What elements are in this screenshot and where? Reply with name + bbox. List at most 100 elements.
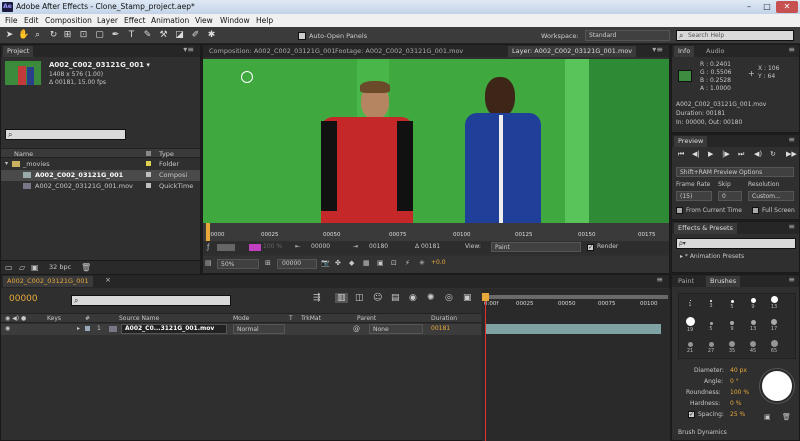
resolution-dropdown[interactable]: Custom... bbox=[748, 191, 794, 201]
label-color-swatch[interactable] bbox=[85, 326, 90, 331]
column-t[interactable]: T bbox=[289, 315, 293, 322]
menu-layer[interactable]: Layer bbox=[97, 16, 118, 25]
tab-timeline-comp[interactable]: A002_C002_03121G_001 bbox=[3, 276, 93, 287]
channel-toggle-icon[interactable] bbox=[217, 244, 235, 251]
comp-mini-flowchart-icon[interactable]: ⇶ bbox=[313, 293, 321, 303]
layer-footage-view[interactable] bbox=[203, 59, 669, 223]
tab-footage[interactable]: Footage: A002_C002_03121G_001.mov bbox=[331, 46, 467, 57]
live-update-icon[interactable]: ▥ bbox=[335, 293, 348, 303]
play-icon[interactable]: ▶ bbox=[708, 150, 713, 158]
menu-help[interactable]: Help bbox=[256, 16, 273, 25]
brush-preset[interactable]: 13 bbox=[746, 320, 760, 332]
current-time-field[interactable]: 00000 bbox=[277, 259, 317, 269]
layer-time-ruler[interactable]: 00000 00025 00050 00075 00100 00125 0015… bbox=[203, 223, 669, 241]
pan-behind-tool-icon[interactable]: ⊡ bbox=[78, 30, 89, 41]
spacing-checkbox[interactable]: ✓ bbox=[688, 411, 695, 418]
hand-tool-icon[interactable]: ✋ bbox=[18, 30, 29, 41]
column-parent[interactable]: Parent bbox=[357, 315, 376, 322]
panel-menu-icon[interactable]: ▾≡ bbox=[183, 45, 194, 54]
tab-preview[interactable]: Preview bbox=[674, 136, 708, 147]
auto-keyframe-icon[interactable]: ▣ bbox=[463, 293, 472, 303]
column-type[interactable]: Type bbox=[159, 150, 174, 158]
zoom-tool-icon[interactable]: ⌕ bbox=[32, 30, 43, 41]
roto-brush-tool-icon[interactable]: ✐ bbox=[190, 30, 201, 41]
roundness-value[interactable]: 100 % bbox=[730, 389, 749, 396]
first-frame-icon[interactable]: ⏮ bbox=[678, 150, 684, 159]
exposure-value[interactable]: +0.0 bbox=[431, 259, 446, 266]
layer-duration[interactable]: 00181 bbox=[431, 325, 450, 332]
panel-menu-icon[interactable]: ≡ bbox=[656, 275, 663, 284]
fx-toggle-icon[interactable]: ƒ bbox=[207, 243, 209, 251]
auto-open-checkbox[interactable] bbox=[298, 32, 306, 40]
brush-tool-icon[interactable]: ✎ bbox=[142, 30, 153, 41]
shy-layers-icon[interactable]: ☺ bbox=[373, 293, 382, 303]
render-checkbox[interactable]: ✓ bbox=[587, 244, 594, 251]
ram-preview-options-dropdown[interactable]: Shift+RAM Preview Options bbox=[676, 167, 794, 177]
new-composition-icon[interactable]: ▣ bbox=[31, 263, 39, 272]
minimize-button[interactable]: – bbox=[740, 1, 758, 13]
panel-menu-icon[interactable]: ≡ bbox=[788, 45, 795, 54]
close-window-button[interactable]: ✕ bbox=[776, 1, 798, 13]
brush-preset[interactable]: 65 bbox=[767, 340, 781, 354]
tab-brushes[interactable]: Brushes bbox=[706, 276, 741, 287]
camera-tool-icon[interactable]: ⊞ bbox=[62, 30, 73, 41]
ram-preview-icon[interactable]: ▶▶ bbox=[786, 150, 797, 158]
column-name[interactable]: Name bbox=[14, 150, 33, 158]
project-search-input[interactable]: ⌕ bbox=[5, 129, 126, 140]
brush-preset[interactable]: 45 bbox=[746, 341, 760, 354]
snapshot-icon[interactable]: 📷 bbox=[321, 259, 330, 267]
brush-preset[interactable]: 1 bbox=[683, 300, 697, 308]
pen-tool-icon[interactable]: ✒ bbox=[110, 30, 121, 41]
menu-effect[interactable]: Effect bbox=[124, 16, 146, 25]
mask-tool-icon[interactable]: ▢ bbox=[94, 30, 105, 41]
effects-search-input[interactable]: ρ▾ bbox=[676, 238, 796, 249]
hardness-value[interactable]: 0 % bbox=[730, 400, 741, 407]
color-swatch[interactable] bbox=[249, 244, 261, 251]
visibility-icon[interactable]: ◉ bbox=[5, 325, 10, 332]
brush-preset[interactable]: 35 bbox=[725, 341, 739, 354]
rgb-channel-icon[interactable]: ◆ bbox=[349, 259, 354, 267]
reset-exposure-icon[interactable]: ✳ bbox=[419, 259, 425, 267]
menu-file[interactable]: File bbox=[5, 16, 18, 25]
brush-preset[interactable]: 3 bbox=[704, 300, 718, 309]
pick-whip-icon[interactable]: @ bbox=[353, 325, 360, 333]
tab-paint[interactable]: Paint bbox=[674, 276, 698, 287]
table-row[interactable]: ◉ ▸ 1 A002_C0...3121G_001.mov Normal @ N… bbox=[1, 324, 481, 335]
pixel-aspect-icon[interactable]: ⊡ bbox=[391, 259, 397, 267]
puppet-pin-tool-icon[interactable]: ✱ bbox=[206, 30, 217, 41]
menu-edit[interactable]: Edit bbox=[24, 16, 39, 25]
label-color-swatch[interactable] bbox=[146, 161, 151, 166]
list-item[interactable]: A002_C002_03121G_001.mov QuickTime bbox=[1, 181, 200, 192]
panel-menu-icon[interactable]: ≡ bbox=[788, 275, 795, 284]
layer-source-name[interactable]: A002_C0...3121G_001.mov bbox=[121, 324, 227, 334]
grid-icon[interactable]: ⊞ bbox=[265, 259, 271, 267]
brush-preset[interactable]: 19 bbox=[683, 317, 697, 333]
layer-duration-bar[interactable] bbox=[485, 324, 661, 334]
tab-layer[interactable]: Layer: A002_C002_03121G_001.mov bbox=[508, 46, 637, 57]
magnification-dropdown[interactable]: 50% bbox=[217, 259, 259, 269]
brush-preset[interactable]: 9 bbox=[725, 321, 739, 332]
brush-preset[interactable]: 17 bbox=[767, 319, 781, 332]
blend-mode-dropdown[interactable]: Normal bbox=[233, 324, 285, 334]
menu-window[interactable]: Window bbox=[220, 16, 250, 25]
selected-item-name[interactable]: A002_C002_03121G_001 ▾ bbox=[49, 61, 150, 69]
brush-preset[interactable]: 27 bbox=[704, 342, 718, 354]
show-channel-icon[interactable]: ✤ bbox=[335, 259, 341, 267]
type-tool-icon[interactable]: T bbox=[126, 30, 137, 41]
brush-preset[interactable]: 5 bbox=[704, 322, 718, 332]
rotate-tool-icon[interactable]: ↻ bbox=[48, 30, 59, 41]
animation-presets-item[interactable]: ▸ * Animation Presets bbox=[680, 253, 744, 260]
close-tab-icon[interactable]: × bbox=[105, 276, 111, 284]
selection-tool-icon[interactable]: ➤ bbox=[4, 30, 15, 41]
list-item[interactable]: ▾ _movies Folder bbox=[1, 159, 200, 170]
disclosure-triangle-icon[interactable]: ▾ bbox=[5, 160, 8, 167]
brush-preset[interactable]: 5 bbox=[725, 300, 739, 310]
brush-dynamics-label[interactable]: Brush Dynamics bbox=[678, 429, 727, 436]
view-dropdown[interactable]: Paint bbox=[491, 242, 581, 252]
diameter-value[interactable]: 40 px bbox=[730, 367, 747, 374]
last-frame-icon[interactable]: ⏭ bbox=[738, 150, 744, 159]
column-duration[interactable]: Duration bbox=[431, 315, 457, 322]
spacing-value[interactable]: 25 % bbox=[730, 411, 745, 418]
current-time-indicator[interactable] bbox=[206, 223, 210, 241]
brush-preset[interactable]: 21 bbox=[683, 342, 697, 354]
